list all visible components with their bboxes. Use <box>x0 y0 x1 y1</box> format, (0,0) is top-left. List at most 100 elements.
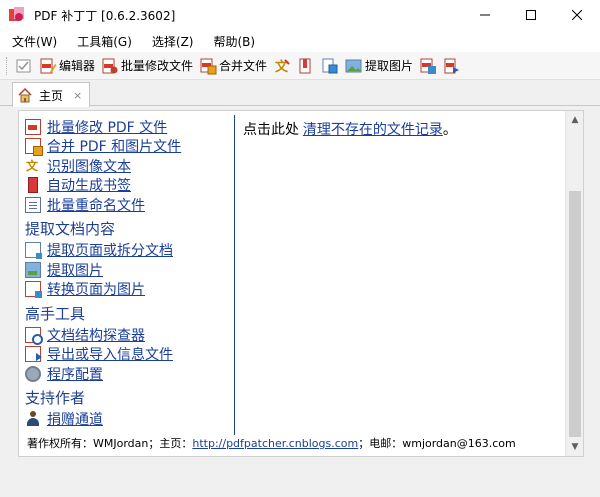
tab-home[interactable]: 主页 × <box>12 82 90 107</box>
export-button[interactable] <box>443 55 461 77</box>
section-advanced-heading: 高手工具 <box>25 304 86 323</box>
extract-images-icon <box>345 59 362 72</box>
window-title: PDF 补丁丁 [0.6.2.3602] <box>34 8 176 23</box>
tab-home-label: 主页 <box>39 88 64 103</box>
list-item[interactable]: 提取图片 <box>25 260 235 280</box>
list-item[interactable]: 程序配置 <box>25 364 235 384</box>
rename-icon <box>25 196 41 213</box>
merge-icon <box>25 138 43 157</box>
function-list: 批量修改 PDF 文件 合并 PDF 和图片文件 识别图像文本 自动生成书签 批… <box>25 117 235 437</box>
convert-icon <box>420 58 437 74</box>
checklist-button[interactable] <box>15 55 33 77</box>
batch-modify-label: 批量修改文件 <box>121 59 194 73</box>
link-structure[interactable]: 文档结构探查器 <box>47 325 145 345</box>
scroll-thumb[interactable] <box>569 191 581 437</box>
bookmark-button[interactable] <box>297 55 315 77</box>
email-text: wmjordan@163.com <box>402 437 516 450</box>
ocr-button[interactable]: 文 <box>273 55 291 77</box>
convert-icon <box>25 281 42 299</box>
batch-modify-icon <box>102 58 118 73</box>
link-donate[interactable]: 捐赠通道 <box>47 409 103 429</box>
menu-help[interactable]: 帮助(B) <box>214 33 256 50</box>
recent-files-pane: 点击此处 清理不存在的文件记录。 <box>243 119 563 139</box>
export-icon <box>444 58 460 73</box>
list-item[interactable]: 捐赠通道 <box>25 410 235 430</box>
list-item[interactable]: 提取页面或拆分文档 <box>25 241 235 261</box>
scroll-down-button[interactable]: ▼ <box>566 438 584 456</box>
email-label: ；电邮： <box>358 437 403 450</box>
batch-modify-button[interactable]: 批量修改文件 <box>101 55 193 77</box>
link-batch-modify[interactable]: 批量修改 PDF 文件 <box>47 117 167 137</box>
export-icon <box>25 346 42 363</box>
list-item[interactable]: 识别图像文本 <box>25 156 235 176</box>
vertical-scrollbar[interactable]: ▲ ▼ <box>565 111 583 456</box>
section-extract-heading: 提取文档内容 <box>25 220 116 238</box>
maximize-button[interactable] <box>508 0 554 30</box>
link-export[interactable]: 导出或导入信息文件 <box>47 344 173 364</box>
close-icon <box>572 10 582 20</box>
link-ocr[interactable]: 识别图像文本 <box>47 156 131 176</box>
menu-toolbox[interactable]: 工具箱(G) <box>77 33 132 50</box>
merge-button[interactable]: 合并文件 <box>199 55 267 77</box>
minimize-icon <box>480 14 490 16</box>
list-item[interactable]: 批量修改 PDF 文件 <box>25 117 235 137</box>
home-page: 批量修改 PDF 文件 合并 PDF 和图片文件 识别图像文本 自动生成书签 批… <box>18 110 584 457</box>
split-icon <box>25 242 42 260</box>
link-extract-images[interactable]: 提取图片 <box>47 260 103 280</box>
home-icon <box>18 87 32 103</box>
checklist-icon <box>16 59 31 72</box>
ocr-icon: 文 <box>275 59 290 75</box>
structure-icon <box>25 326 43 345</box>
menu-file[interactable]: 文件(W) <box>12 33 57 50</box>
extract-images-button[interactable]: 提取图片 <box>345 55 413 77</box>
person-icon <box>25 411 41 427</box>
link-settings[interactable]: 程序配置 <box>47 364 103 384</box>
editor-icon <box>40 58 57 73</box>
list-item[interactable]: 合并 PDF 和图片文件 <box>25 137 235 157</box>
ocr-icon <box>25 157 41 174</box>
menu-bar: 文件(W) 工具箱(G) 选择(Z) 帮助(B) <box>0 30 600 52</box>
title-bar: PDF 补丁丁 [0.6.2.3602] <box>0 0 600 30</box>
list-item[interactable]: 批量重命名文件 <box>25 195 235 215</box>
recent-suffix: 。 <box>442 122 457 138</box>
link-clean-records[interactable]: 清理不存在的文件记录 <box>303 122 443 138</box>
bookmark-icon <box>28 177 38 194</box>
section-support-heading: 支持作者 <box>25 389 86 407</box>
minimize-button[interactable] <box>462 0 508 30</box>
split-button[interactable] <box>321 55 339 77</box>
split-icon <box>322 58 338 73</box>
settings-icon <box>25 365 41 382</box>
app-logo-icon <box>8 6 26 24</box>
list-item[interactable]: 文档结构探查器 <box>25 325 235 345</box>
editor-button[interactable]: 编辑器 <box>39 55 95 77</box>
copyright-footer: 著作权所有：WMJordan；主页：http://pdfpatcher.cnbl… <box>27 435 567 451</box>
link-bookmark[interactable]: 自动生成书签 <box>47 175 131 195</box>
scroll-up-button[interactable]: ▲ <box>566 111 584 129</box>
toolbar: 编辑器 批量修改文件 合并文件 文 提取图片 <box>0 52 600 80</box>
list-item[interactable]: 自动生成书签 <box>25 176 235 196</box>
list-item[interactable]: 转换页面为图片 <box>25 280 235 300</box>
toolbar-grip[interactable] <box>6 56 9 75</box>
merge-icon <box>200 58 217 74</box>
homepage-link[interactable]: http://pdfpatcher.cnblogs.com <box>192 437 358 450</box>
maximize-icon <box>526 10 536 20</box>
menu-select[interactable]: 选择(Z) <box>152 33 194 50</box>
list-item[interactable]: 导出或导入信息文件 <box>25 345 235 365</box>
image-icon <box>25 261 41 278</box>
copyright-text: 著作权所有：WMJordan；主页： <box>27 437 193 450</box>
link-convert[interactable]: 转换页面为图片 <box>47 279 145 299</box>
link-split[interactable]: 提取页面或拆分文档 <box>47 240 173 260</box>
close-button[interactable] <box>554 0 600 30</box>
recent-prefix: 点击此处 <box>243 122 299 138</box>
link-merge[interactable]: 合并 PDF 和图片文件 <box>47 136 181 156</box>
bookmark-icon <box>299 58 311 73</box>
pane-divider[interactable] <box>234 115 235 435</box>
pdf-batch-icon <box>25 118 41 135</box>
link-rename[interactable]: 批量重命名文件 <box>47 195 145 215</box>
convert-button[interactable] <box>419 55 437 77</box>
merge-label: 合并文件 <box>219 59 268 73</box>
tab-strip: 主页 × <box>0 80 600 107</box>
tab-close-icon[interactable]: × <box>73 89 82 102</box>
extract-images-label: 提取图片 <box>365 59 414 73</box>
editor-label: 编辑器 <box>59 59 96 73</box>
